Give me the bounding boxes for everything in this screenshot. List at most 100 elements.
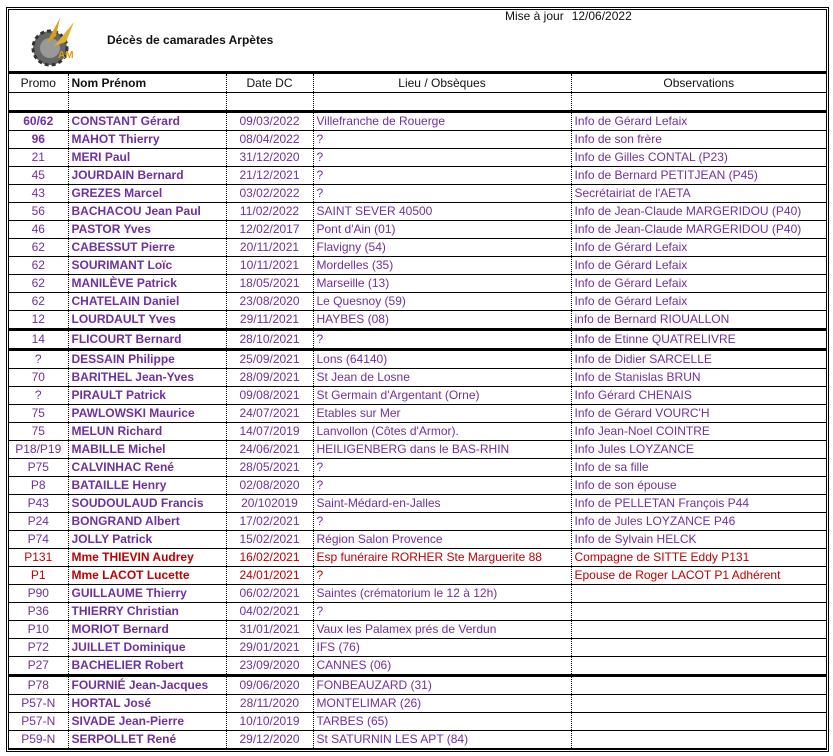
date-cell: 15/02/2021 bbox=[225, 530, 313, 549]
name-cell: MELUN Richard bbox=[67, 422, 226, 441]
table-row: P10 MORIOT Bernard 31/01/2021 Vaux les Pala… bbox=[9, 620, 826, 639]
date-cell: 24/01/2021 bbox=[225, 566, 313, 585]
name-cell: GREZES Marcel bbox=[67, 184, 226, 203]
promo-cell: P59-N bbox=[9, 730, 68, 749]
date-cell: 24/06/2021 bbox=[225, 440, 313, 459]
promo-cell: P57-N bbox=[9, 712, 68, 731]
table-row: P43 SOUDOULAUD Francis 20/102019 Saint-Méda… bbox=[9, 494, 826, 513]
observation-cell: Info de Stanislas BRUN bbox=[570, 368, 826, 387]
place-cell: CANNES (06) bbox=[312, 656, 571, 677]
table-row: 62 CABESSUT Pierre 20/11/2021 Flavigny (54)… bbox=[9, 238, 826, 257]
name-cell: MAHOT Thierry bbox=[67, 130, 226, 149]
name-cell: Mme LACOT Lucette bbox=[67, 566, 226, 585]
name-cell: MORIOT Bernard bbox=[67, 620, 226, 639]
name-cell: JUILLET Dominique bbox=[67, 638, 226, 657]
place-cell: Flavigny (54) bbox=[312, 238, 571, 257]
name-cell: CONSTANT Gérard bbox=[67, 111, 226, 131]
table-row: P1 Mme LACOT Lucette 24/01/2021? Epouse de … bbox=[9, 566, 826, 585]
date-cell: 10/11/2021 bbox=[225, 256, 313, 275]
promo-cell: P75 bbox=[9, 458, 68, 477]
place-cell: IFS (76) bbox=[312, 638, 571, 657]
date-cell: 20/11/2021 bbox=[225, 238, 313, 257]
place-cell: Lons (64140) bbox=[312, 349, 571, 369]
col-date: Date DC bbox=[225, 71, 313, 93]
observation-cell: Info de Gérard Lefaix bbox=[570, 256, 826, 275]
promo-cell: P8 bbox=[9, 476, 68, 495]
date-cell: 31/12/2020 bbox=[225, 148, 313, 167]
promo-cell: P57-N bbox=[9, 694, 68, 713]
place-cell: TARBES (65) bbox=[312, 712, 571, 731]
promo-cell: 75 bbox=[9, 422, 68, 441]
promo-cell: 43 bbox=[9, 184, 68, 203]
date-cell: 31/01/2021 bbox=[225, 620, 313, 639]
observation-cell bbox=[570, 656, 826, 677]
promo-cell: 14 bbox=[9, 329, 68, 351]
table-row: 46 PASTOR Yves 12/02/2017 Pont d'Ain (01) In… bbox=[9, 220, 826, 239]
observation-cell bbox=[570, 694, 826, 713]
promo-cell: P27 bbox=[9, 656, 68, 677]
date-cell: 28/09/2021 bbox=[225, 368, 313, 387]
empty-row bbox=[9, 92, 826, 113]
table-row: ? PIRAULT Patrick 09/08/2021 St Germain d'A… bbox=[9, 386, 826, 405]
place-cell: Etables sur Mer bbox=[312, 404, 571, 423]
observation-cell bbox=[570, 675, 826, 695]
logo-gear-wings-icon: AM bbox=[31, 18, 74, 67]
name-cell: MABILLE Michel bbox=[67, 440, 226, 459]
table-row: 14 FLICOURT Bernard 28/10/2021? Info de Eti… bbox=[9, 329, 826, 351]
observation-cell: Epouse de Roger LACOT P1 Adhérent bbox=[570, 566, 826, 585]
table-row: ? DESSAIN Philippe 25/09/2021 Lons (64140) I… bbox=[9, 349, 826, 369]
place-cell: SAINT SEVER 40500 bbox=[312, 202, 571, 221]
place-cell: St SATURNIN LES APT (84) bbox=[312, 730, 571, 749]
place-cell: Saintes (crématorium le 12 à 12h) bbox=[312, 584, 571, 603]
place-cell: FONBEAUZARD (31) bbox=[312, 675, 571, 695]
promo-cell: ? bbox=[9, 386, 68, 405]
place-cell: Esp funéraire RORHER Ste Marguerite 88 bbox=[312, 548, 571, 567]
update-label: Mise à jour bbox=[505, 9, 564, 23]
place-cell: Région Salon Provence bbox=[312, 530, 571, 549]
observation-cell: Info de sa fille bbox=[570, 458, 826, 477]
observation-cell: Info de son épouse bbox=[570, 476, 826, 495]
date-cell: 21/12/2021 bbox=[225, 166, 313, 185]
promo-cell: P74 bbox=[9, 530, 68, 549]
promo-cell: 62 bbox=[9, 274, 68, 293]
promo-cell: 45 bbox=[9, 166, 68, 185]
observation-cell bbox=[570, 730, 826, 749]
place-cell: ? bbox=[312, 130, 571, 149]
promo-cell: 12 bbox=[9, 310, 68, 331]
table-row: 45 JOURDAIN Bernard 21/12/2021? Info de Ber… bbox=[9, 166, 826, 185]
name-cell: CALVINHAC René bbox=[67, 458, 226, 477]
date-cell: 25/09/2021 bbox=[225, 349, 313, 369]
observation-cell: Info de Gérard Lefaix bbox=[570, 292, 826, 311]
table-row: P36 THIERRY Christian 04/02/2021? bbox=[9, 602, 826, 621]
observation-cell: Info de Sylvain HELCK bbox=[570, 530, 826, 549]
table-row: P18/P19 MABILLE Michel 24/06/2021 HEILIGENB… bbox=[9, 440, 826, 459]
promo-cell: 60/62 bbox=[9, 111, 68, 131]
promo-cell: 96 bbox=[9, 130, 68, 149]
name-cell: BATAILLE Henry bbox=[67, 476, 226, 495]
observation-cell: Info Jules LOYZANCE bbox=[570, 440, 826, 459]
date-cell: 28/05/2021 bbox=[225, 458, 313, 477]
table-row: P90 GUILLAUME Thierry 06/02/2021 Saintes (c… bbox=[9, 584, 826, 603]
observation-cell bbox=[570, 584, 826, 603]
name-cell: PASTOR Yves bbox=[67, 220, 226, 239]
place-cell: Le Quesnoy (59) bbox=[312, 292, 571, 311]
deaths-table: Promo Nom Prénom Date DC Lieu / Obsèques… bbox=[9, 71, 826, 749]
promo-cell: P10 bbox=[9, 620, 68, 639]
place-cell: ? bbox=[312, 566, 571, 585]
table-row: 70 BARITHEL Jean-Yves 28/09/2021 St Jean de… bbox=[9, 368, 826, 387]
place-cell: ? bbox=[312, 512, 571, 531]
promo-cell: 75 bbox=[9, 404, 68, 423]
place-cell: ? bbox=[312, 148, 571, 167]
promo-cell: P18/P19 bbox=[9, 440, 68, 459]
table-row: 75 MELUN Richard 14/07/2019 Lanvollon (Côte… bbox=[9, 422, 826, 441]
table-row: 62 MANILÈVE Patrick 18/05/2021 Marseille (1… bbox=[9, 274, 826, 293]
observation-cell: Info de Gérard VOURC'H bbox=[570, 404, 826, 423]
name-cell: BARITHEL Jean-Yves bbox=[67, 368, 226, 387]
place-cell: ? bbox=[312, 166, 571, 185]
place-cell: HAYBES (08) bbox=[312, 310, 571, 331]
place-cell: ? bbox=[312, 476, 571, 495]
promo-cell: P36 bbox=[9, 602, 68, 621]
promo-cell: 62 bbox=[9, 256, 68, 275]
name-cell: CABESSUT Pierre bbox=[67, 238, 226, 257]
date-cell: 08/04/2022 bbox=[225, 130, 313, 149]
